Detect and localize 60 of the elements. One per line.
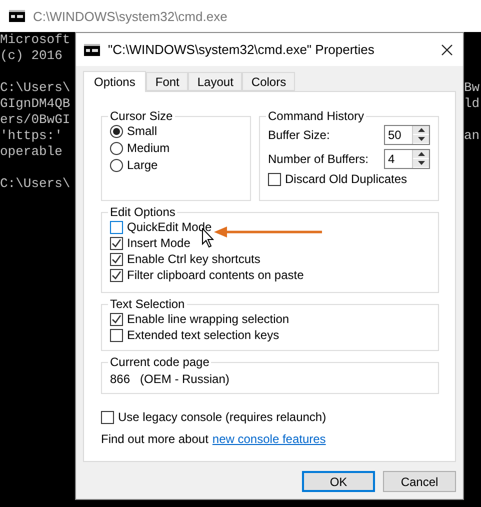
terminal-icon [84, 44, 100, 56]
close-icon[interactable] [441, 44, 453, 56]
up-arrow-icon[interactable] [418, 152, 424, 156]
console-text: (c) 2016 [0, 48, 64, 64]
checkbox-label: Use legacy console (requires relaunch) [118, 410, 326, 424]
console-text: C:\Users\ [0, 176, 72, 192]
checkbox[interactable] [110, 312, 123, 326]
spin-field[interactable]: 4 [384, 149, 430, 169]
checkbox-label: Filter clipboard contents on paste [127, 268, 304, 282]
console-text: an [464, 128, 481, 144]
window-title: C:\WINDOWS\system32\cmd.exe [33, 8, 228, 24]
cancel-button[interactable]: Cancel [383, 471, 456, 492]
radio-label: Small [127, 124, 158, 138]
checkbox[interactable] [268, 172, 281, 186]
group-title: Edit Options [109, 205, 176, 219]
tab[interactable]: Colors [242, 72, 296, 91]
radio-label: Large [127, 158, 158, 172]
field-label: Number of Buffers: [268, 152, 368, 166]
checkbox[interactable] [110, 252, 123, 266]
features-link[interactable]: new console features [212, 432, 326, 446]
checkbox[interactable] [110, 268, 123, 282]
radio-button[interactable] [110, 158, 123, 172]
console-text: Bw [464, 80, 481, 96]
tab[interactable]: Font [146, 72, 188, 91]
radio-button[interactable] [110, 124, 123, 138]
spin-field[interactable]: 50 [384, 125, 430, 145]
dialog-title: "C:\WINDOWS\system32\cmd.exe" Properties [108, 42, 376, 57]
console-text: ld [464, 96, 481, 112]
console-text: C:\Users\ [0, 80, 72, 96]
ok-button[interactable]: OK [302, 471, 375, 492]
down-arrow-icon[interactable] [418, 161, 424, 165]
up-arrow-icon[interactable] [418, 128, 424, 132]
group-title: Command History [267, 109, 366, 123]
down-arrow-icon[interactable] [418, 137, 424, 141]
checkbox[interactable] [101, 410, 114, 424]
checkbox-label: Enable Ctrl key shortcuts [127, 252, 260, 266]
console-text: ers/0BwGI [0, 112, 72, 128]
code-page-value: 866 (OEM - Russian) [110, 371, 230, 386]
checkbox-label: Extended text selection keys [127, 328, 280, 342]
tab[interactable]: Options [83, 71, 146, 92]
console-text: Microsoft [0, 32, 72, 48]
console-text: GIgnDM4QB [0, 96, 72, 112]
checkbox-label: QuickEdit Mode [127, 220, 212, 234]
radio-button[interactable] [110, 142, 123, 154]
checkbox[interactable] [110, 236, 123, 250]
checkbox[interactable] [110, 328, 123, 342]
group-title: Text Selection [109, 297, 186, 311]
checkbox-label: Discard Old Duplicates [285, 172, 408, 186]
console-text: operable [0, 144, 64, 160]
radio-label: Medium [127, 141, 170, 155]
console-text: 'https:' [0, 128, 64, 144]
terminal-icon [9, 10, 25, 22]
checkbox-label: Enable line wrapping selection [127, 312, 290, 326]
checkbox[interactable] [110, 220, 123, 234]
info-text: Find out more about [101, 432, 208, 446]
group-title: Current code page [109, 355, 210, 369]
checkbox-label: Insert Mode [127, 236, 190, 250]
tab[interactable]: Layout [188, 72, 242, 91]
group-title: Cursor Size [109, 109, 174, 123]
field-label: Buffer Size: [268, 128, 330, 142]
